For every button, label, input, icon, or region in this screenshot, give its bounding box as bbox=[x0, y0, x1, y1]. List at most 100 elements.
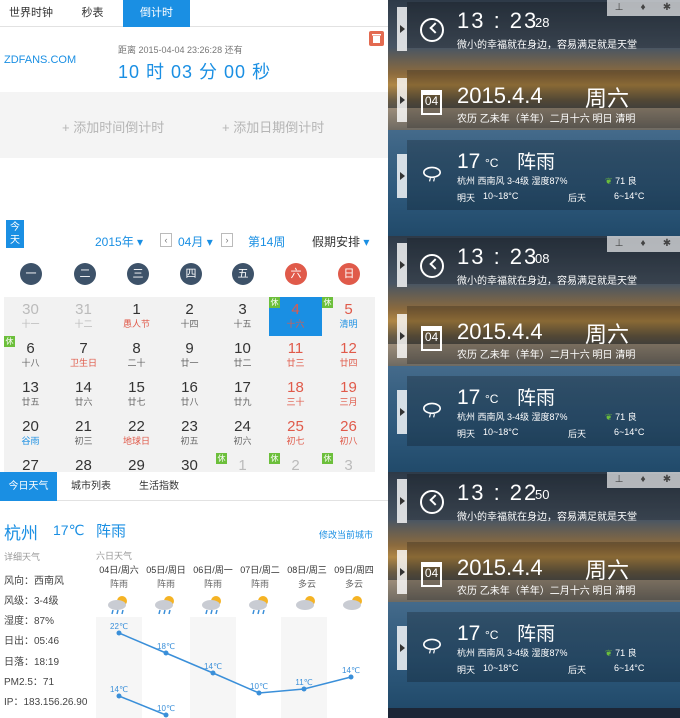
high-temp-label: 10℃ bbox=[250, 682, 268, 691]
expand-weather-button[interactable] bbox=[397, 626, 407, 670]
calendar-day[interactable]: 20 谷雨 bbox=[4, 414, 57, 453]
forecast-condition: 多云 bbox=[297, 579, 316, 589]
calendar-day[interactable]: 1 愚人节 bbox=[110, 297, 163, 336]
calendar-day[interactable]: 9 廿一 bbox=[163, 336, 216, 375]
day-number: 16 bbox=[181, 379, 198, 396]
calendar-day[interactable]: 15 廿七 bbox=[110, 375, 163, 414]
calendar-day-number: 04 bbox=[424, 330, 439, 344]
day-lunar: 初八 bbox=[339, 436, 358, 446]
year-select[interactable]: 2015年 ▾ bbox=[95, 233, 143, 250]
expand-date-button[interactable] bbox=[397, 314, 407, 358]
calendar-day-number: 04 bbox=[424, 566, 439, 580]
expand-date-button[interactable] bbox=[397, 78, 407, 122]
shirt-icon[interactable]: ♦ bbox=[631, 236, 655, 252]
calendar-icon: 04 bbox=[421, 326, 442, 351]
tab-stopwatch[interactable]: 秒表 bbox=[62, 0, 123, 27]
calendar-day[interactable]: 12 廿四 bbox=[322, 336, 375, 375]
calendar-day[interactable]: 7 卫生日 bbox=[57, 336, 110, 375]
high-temp-label: 18℃ bbox=[157, 642, 175, 651]
weather-tabs: 今日天气 城市列表 生活指数 bbox=[0, 472, 388, 501]
holiday-menu[interactable]: 假期安排 ▾ bbox=[312, 233, 369, 250]
shirt-icon[interactable]: ♦ bbox=[631, 0, 655, 16]
weekday-mon: 一 bbox=[20, 263, 42, 285]
next-month-button[interactable]: › bbox=[221, 233, 233, 247]
weekday-fri: 五 bbox=[232, 263, 254, 285]
calendar-day[interactable]: 31 十二 bbox=[57, 297, 110, 336]
calendar-day[interactable]: 4 十六休 bbox=[269, 297, 322, 336]
calendar-day[interactable]: 26 初八 bbox=[322, 414, 375, 453]
current-temp: 17 bbox=[457, 386, 481, 409]
tomorrow-label: 明天 bbox=[457, 193, 476, 203]
calendar-day-number: 04 bbox=[424, 94, 439, 108]
expand-date-button[interactable] bbox=[397, 550, 407, 594]
tab-countdown[interactable]: 倒计时 bbox=[123, 0, 190, 27]
pin-icon[interactable]: ⊥ bbox=[607, 472, 631, 488]
calendar-day[interactable]: 8 二十 bbox=[110, 336, 163, 375]
calendar-day[interactable]: 25 初七 bbox=[269, 414, 322, 453]
day-number: 3 bbox=[238, 301, 247, 318]
month-select[interactable]: 04月 ▾ bbox=[178, 233, 213, 250]
gear-icon[interactable]: ✱ bbox=[655, 472, 679, 488]
temp-unit: °C bbox=[485, 628, 499, 642]
clock-seconds: 50 bbox=[535, 487, 550, 502]
calendar-day[interactable]: 24 初六 bbox=[216, 414, 269, 453]
tab-city-list[interactable]: 城市列表 bbox=[60, 472, 122, 501]
tab-life-index[interactable]: 生活指数 bbox=[128, 472, 190, 501]
modify-city-link[interactable]: 修改当前城市 bbox=[319, 528, 373, 541]
calendar-day[interactable]: 16 廿八 bbox=[163, 375, 216, 414]
add-time-countdown-button[interactable]: + 添加时间倒计时 bbox=[62, 117, 164, 136]
calendar-day[interactable]: 18 三十 bbox=[269, 375, 322, 414]
prev-month-button[interactable]: ‹ bbox=[160, 233, 172, 247]
expand-clock-button[interactable] bbox=[397, 479, 407, 523]
calendar-day[interactable]: 10 廿二 bbox=[216, 336, 269, 375]
expand-clock-button[interactable] bbox=[397, 7, 407, 51]
day-lunar: 十四 bbox=[180, 319, 199, 329]
calendar-icon: 04 bbox=[421, 90, 442, 115]
countdown-site: ZDFANS.COM bbox=[4, 54, 77, 66]
tab-today-weather[interactable]: 今日天气 bbox=[0, 472, 57, 501]
pin-icon[interactable]: ⊥ bbox=[607, 236, 631, 252]
forecast-day: 05日/周日 阵雨 bbox=[143, 563, 189, 615]
partly-cloudy-icon bbox=[296, 596, 315, 610]
after-tomorrow-label: 后天 bbox=[568, 665, 587, 675]
clock-icon bbox=[420, 254, 444, 278]
calendar-day[interactable]: 19 三月 bbox=[322, 375, 375, 414]
calendar-day[interactable]: 2 十四 bbox=[163, 297, 216, 336]
expand-weather-button[interactable] bbox=[397, 154, 407, 198]
pin-icon[interactable]: ⊥ bbox=[607, 0, 631, 16]
calendar-day[interactable]: 11 廿三 bbox=[269, 336, 322, 375]
calendar-day[interactable]: 3 十五 bbox=[216, 297, 269, 336]
shirt-icon[interactable]: ♦ bbox=[631, 472, 655, 488]
forecast-day: 07日/周二 阵雨 bbox=[237, 563, 283, 615]
calendar-day[interactable]: 30 十一 bbox=[4, 297, 57, 336]
calendar-day[interactable]: 5 清明休 bbox=[322, 297, 375, 336]
today-badge[interactable]: 今天 bbox=[6, 220, 24, 248]
weekday-sun: 日 bbox=[338, 263, 360, 285]
rest-day-badge: 休 bbox=[269, 297, 280, 308]
add-date-countdown-button[interactable]: + 添加日期倒计时 bbox=[222, 117, 324, 136]
calendar-day[interactable]: 22 地球日 bbox=[110, 414, 163, 453]
day-lunar: 清明 bbox=[339, 319, 358, 329]
calendar-day[interactable]: 21 初三 bbox=[57, 414, 110, 453]
calendar-day[interactable]: 23 初五 bbox=[163, 414, 216, 453]
gear-icon[interactable]: ✱ bbox=[655, 236, 679, 252]
day-number: 22 bbox=[128, 418, 145, 435]
aqi-text: 71 良 bbox=[615, 412, 637, 422]
delete-icon[interactable] bbox=[369, 31, 384, 46]
forecast-condition: 多云 bbox=[344, 579, 363, 589]
calendar-day[interactable]: 14 廿六 bbox=[57, 375, 110, 414]
widget-controls: ⊥ ♦ ✱ bbox=[607, 236, 680, 252]
temp-unit: °C bbox=[485, 392, 499, 406]
calendar-day[interactable]: 13 廿五 bbox=[4, 375, 57, 414]
rest-day-badge: 休 bbox=[269, 453, 280, 464]
calendar-day[interactable]: 17 廿九 bbox=[216, 375, 269, 414]
widget-main-window: 世界时钟 秒表 倒计时 ZDFANS.COM 距离 2015-04-04 23:… bbox=[0, 0, 388, 718]
gear-icon[interactable]: ✱ bbox=[655, 0, 679, 16]
tab-world-clock[interactable]: 世界时钟 bbox=[0, 0, 62, 27]
calendar-day[interactable]: 6 十八休 bbox=[4, 336, 57, 375]
expand-clock-button[interactable] bbox=[397, 243, 407, 287]
expand-weather-button[interactable] bbox=[397, 390, 407, 434]
detail-pm25: PM2.5：71 bbox=[4, 677, 55, 688]
low-temp-point bbox=[163, 712, 169, 718]
high-temp-point bbox=[301, 686, 307, 692]
